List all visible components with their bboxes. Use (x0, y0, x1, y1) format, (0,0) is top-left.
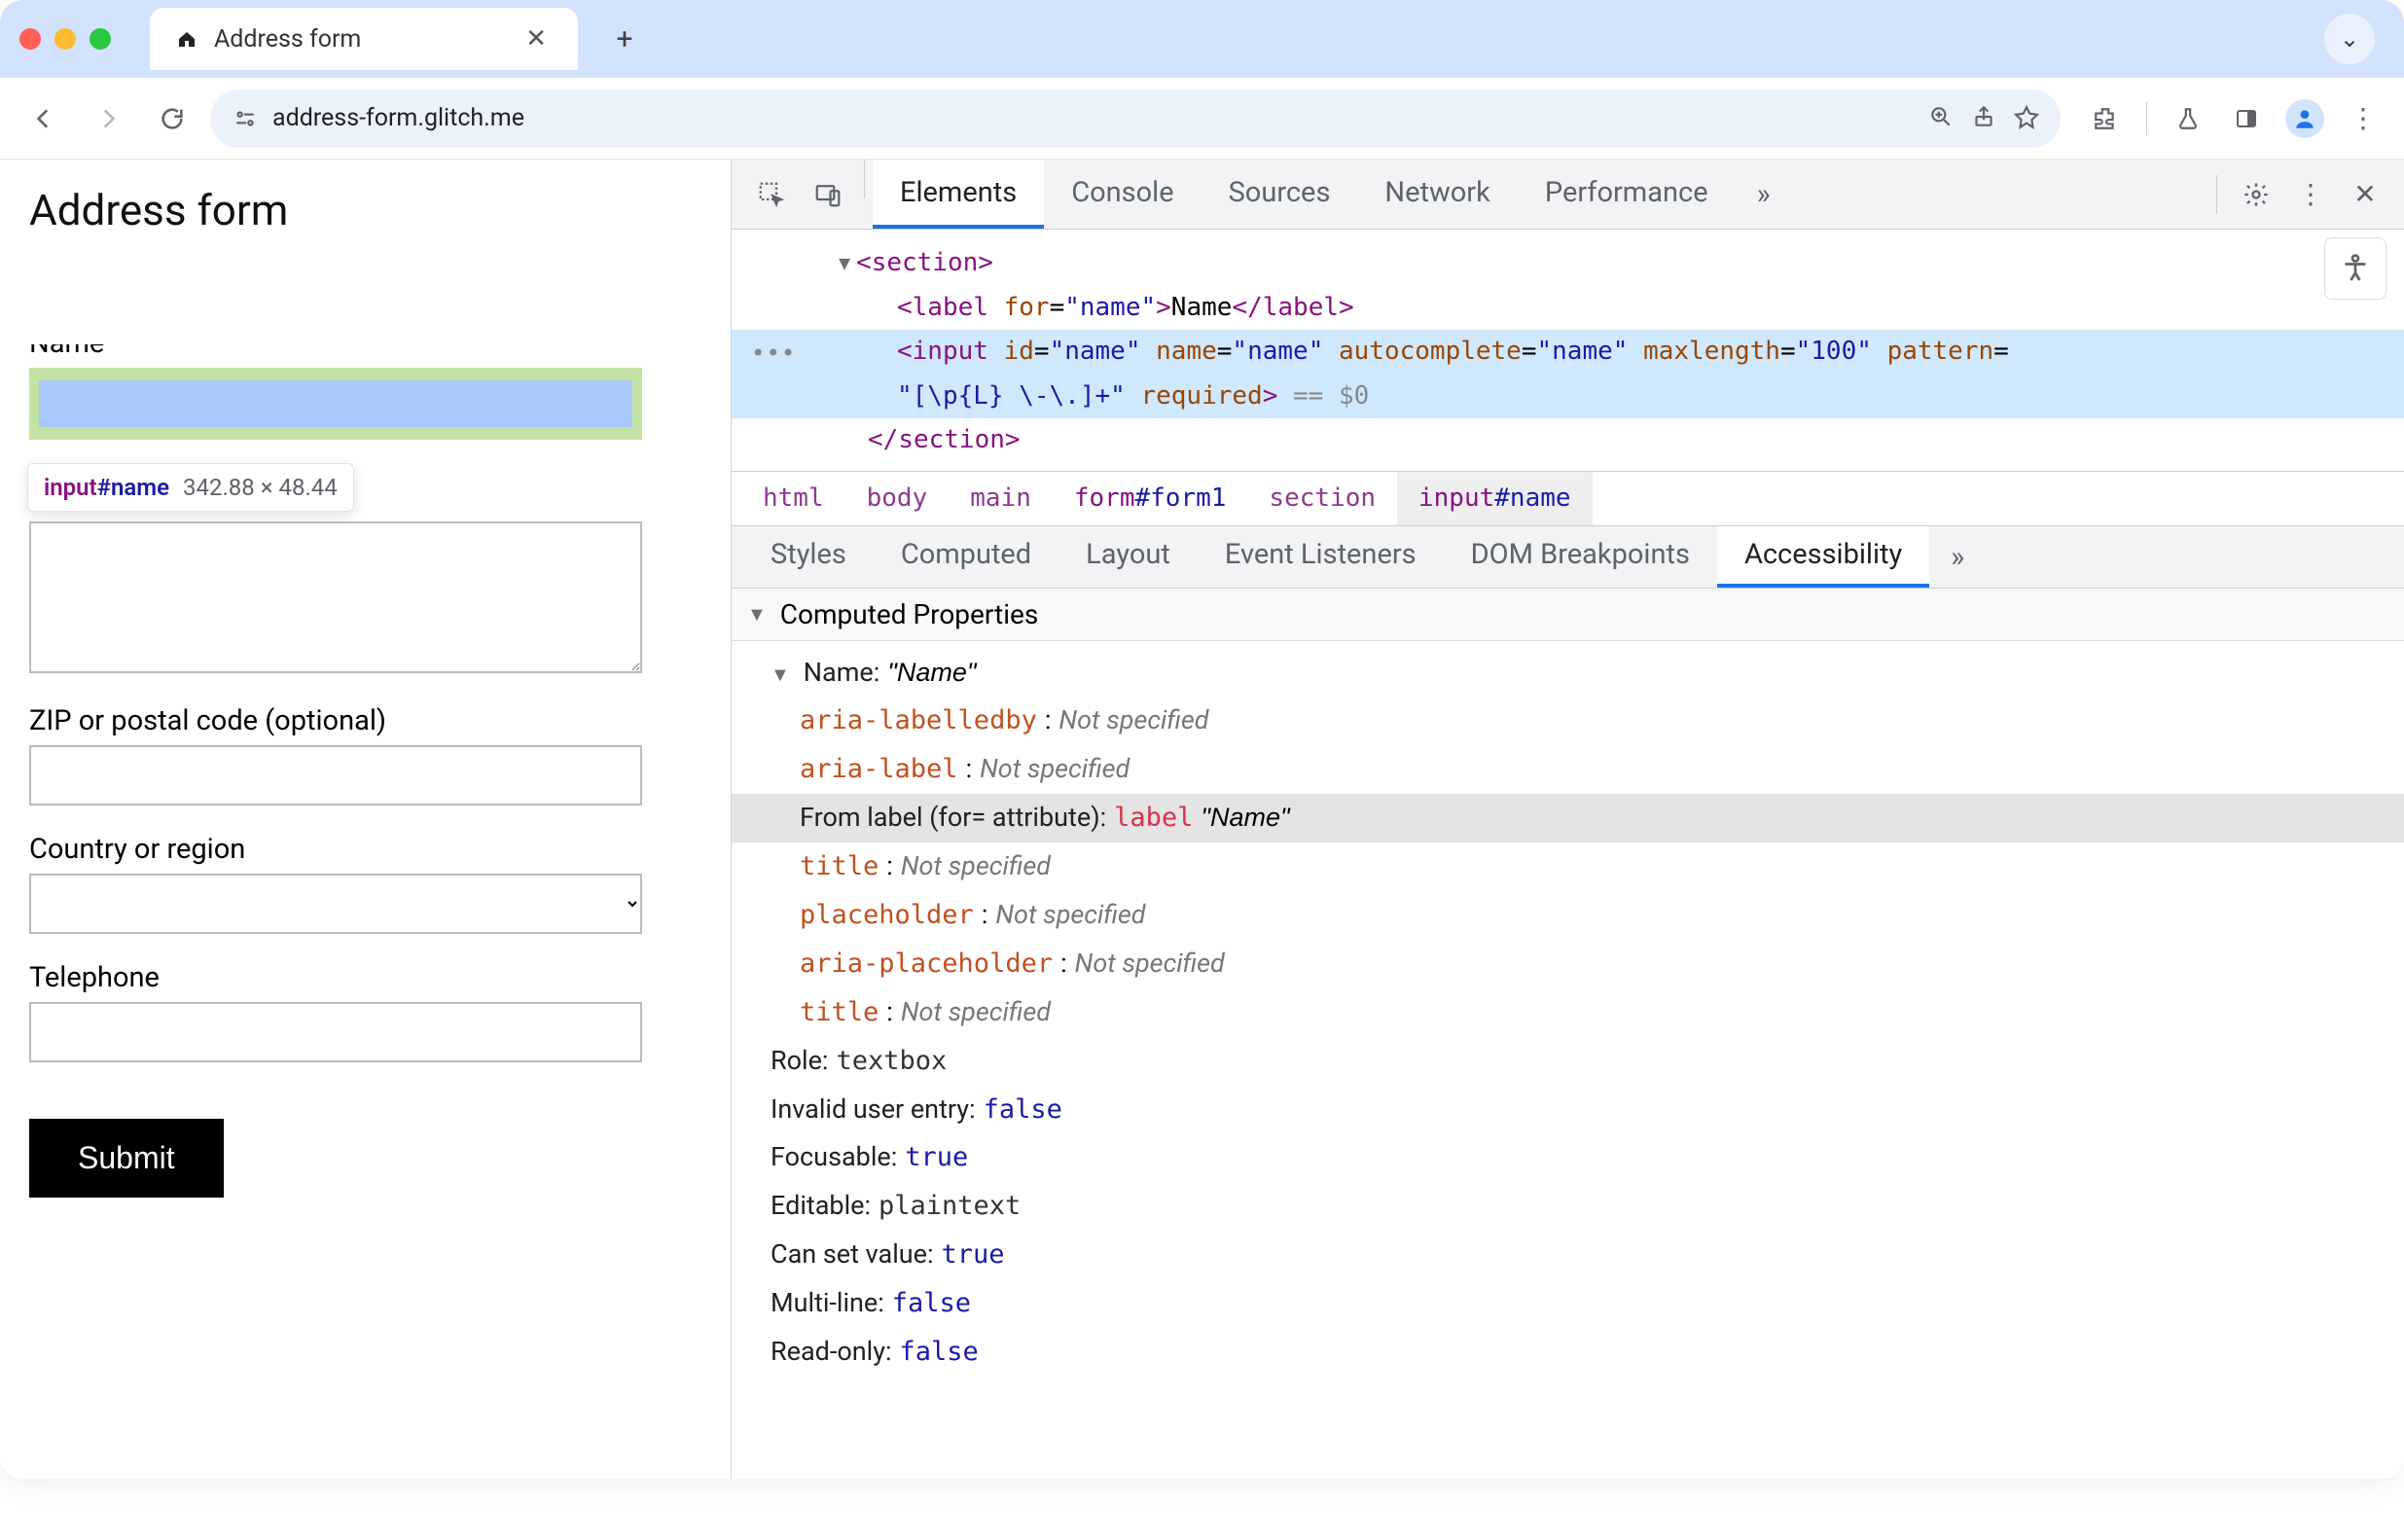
tab-accessibility[interactable]: Accessibility (1717, 526, 1929, 588)
tab-layout[interactable]: Layout (1058, 526, 1198, 588)
acc-name-row[interactable]: ▼ Name: "Name" (732, 649, 2404, 698)
extensions-icon[interactable] (2082, 95, 2129, 142)
url-text: address-form.glitch.me (272, 104, 1915, 132)
tab-computed[interactable]: Computed (874, 526, 1058, 588)
browser-window: Address form ✕ + ⌄ address-form.glitch.m… (0, 0, 2404, 1479)
dom-line[interactable]: <label for="name">Name</label> (809, 286, 2404, 331)
acc-kv-row[interactable]: Read-only: false (732, 1328, 2404, 1377)
forward-button[interactable] (82, 92, 134, 145)
accessibility-float-icon[interactable] (2324, 237, 2386, 300)
tel-input[interactable] (29, 1002, 642, 1062)
acc-kv-row[interactable]: Role: textbox (732, 1037, 2404, 1086)
inspected-input-highlight[interactable] (29, 368, 642, 440)
tab-network[interactable]: Network (1357, 160, 1517, 229)
settings-gear-icon[interactable] (2233, 171, 2279, 218)
tab-title: Address form (214, 25, 504, 54)
tabs-dropdown-icon[interactable]: ⌄ (2324, 14, 2375, 64)
tab-sources[interactable]: Sources (1202, 160, 1358, 229)
acc-from-label-row[interactable]: From label (for= attribute): label "Name… (732, 794, 2404, 842)
accessibility-panel: ▼Computed Properties ▼ Name: "Name" aria… (732, 589, 2404, 1480)
tab-strip: Address form ✕ + ⌄ (0, 0, 2404, 78)
acc-kv-row[interactable]: Focusable: true (732, 1133, 2404, 1182)
reload-button[interactable] (146, 92, 198, 145)
acc-prop-row[interactable]: aria-placeholder: Not specified (732, 940, 2404, 988)
close-window-icon[interactable] (19, 28, 41, 50)
devtools-lower-tabs: Styles Computed Layout Event Listeners D… (732, 526, 2404, 589)
inspected-input-inner (39, 380, 632, 427)
tab-console[interactable]: Console (1044, 160, 1201, 229)
acc-prop-row[interactable]: title: Not specified (732, 988, 2404, 1037)
devtools-pane: Elements Console Sources Network Perform… (732, 160, 2404, 1479)
tab-dom-breakpoints[interactable]: DOM Breakpoints (1444, 526, 1717, 588)
maximize-window-icon[interactable] (90, 28, 111, 50)
breadcrumb-item[interactable]: section (1247, 472, 1397, 525)
tab-performance[interactable]: Performance (1518, 160, 1736, 229)
country-label: Country or region (29, 833, 701, 866)
dom-tree[interactable]: ••• ▼<section> <label for="name">Name</l… (732, 230, 2404, 472)
device-toolbar-icon[interactable] (800, 160, 856, 229)
dom-line[interactable]: ▼<section> (809, 241, 2404, 286)
site-settings-icon[interactable] (232, 105, 259, 132)
share-icon[interactable] (1971, 104, 1996, 133)
dom-line-selected-cont[interactable]: "[\p{L} \-\.]+" required> == $0 (732, 375, 2404, 419)
dom-line-selected[interactable]: <input id="name" name="name" autocomplet… (732, 330, 2404, 375)
element-tooltip: input#name 342.88 × 48.44 (27, 463, 354, 512)
acc-kv-row[interactable]: Editable: plaintext (732, 1182, 2404, 1231)
tabs-overflow-icon[interactable]: » (1736, 160, 1792, 229)
zip-label: ZIP or postal code (optional) (29, 704, 701, 737)
country-select[interactable] (29, 874, 642, 934)
computed-properties-header[interactable]: ▼Computed Properties (732, 589, 2404, 641)
sidepanel-icon[interactable] (2223, 95, 2270, 142)
inspect-element-icon[interactable] (743, 160, 800, 229)
back-button[interactable] (18, 92, 70, 145)
devtools-close-icon[interactable]: ✕ (2342, 171, 2388, 218)
acc-prop-row[interactable]: aria-labelledby: Not specified (732, 697, 2404, 745)
breadcrumb: html body main form#form1 section input#… (732, 472, 2404, 526)
devtools-tabs: Elements Console Sources Network Perform… (732, 160, 2404, 230)
acc-kv-row[interactable]: Can set value: true (732, 1231, 2404, 1279)
breadcrumb-item[interactable]: main (949, 472, 1053, 525)
zip-input[interactable] (29, 745, 642, 806)
minimize-window-icon[interactable] (54, 28, 76, 50)
dom-line-actions-icon[interactable]: ••• (751, 333, 796, 374)
acc-prop-row[interactable]: title: Not specified (732, 842, 2404, 891)
page-viewport: Address form input#name 342.88 × 48.44 N… (0, 160, 732, 1479)
dom-line[interactable]: </section> (809, 418, 2404, 463)
acc-prop-row[interactable]: aria-label: Not specified (732, 745, 2404, 794)
breadcrumb-item-selected[interactable]: input#name (1397, 472, 1593, 525)
tooltip-selector-tag: input (44, 474, 97, 501)
labs-icon[interactable] (2165, 95, 2211, 142)
tab-close-icon[interactable]: ✕ (518, 20, 555, 57)
omnibox[interactable]: address-form.glitch.me (210, 90, 2061, 148)
tooltip-dimensions: 342.88 × 48.44 (183, 474, 338, 501)
breadcrumb-item[interactable]: form#form1 (1053, 472, 1248, 525)
breadcrumb-item[interactable]: body (845, 472, 950, 525)
tab-styles[interactable]: Styles (743, 526, 874, 588)
kebab-menu-icon[interactable]: ⋮ (2340, 95, 2386, 142)
tooltip-selector-id: #name (97, 474, 169, 501)
window-controls (19, 28, 111, 50)
tel-label: Telephone (29, 961, 701, 994)
lower-tabs-overflow-icon[interactable]: » (1929, 526, 1986, 588)
address-textarea[interactable] (29, 521, 642, 673)
acc-kv-row[interactable]: Invalid user entry: false (732, 1086, 2404, 1134)
new-tab-button[interactable]: + (599, 14, 650, 64)
zoom-icon[interactable] (1928, 104, 1954, 133)
tab-event-listeners[interactable]: Event Listeners (1198, 526, 1444, 588)
breadcrumb-item[interactable]: html (741, 472, 845, 525)
toolbar: address-form.glitch.me (0, 78, 2404, 160)
page-title: Address form (29, 185, 701, 235)
acc-kv-row[interactable]: Multi-line: false (732, 1279, 2404, 1328)
acc-prop-row[interactable]: placeholder: Not specified (732, 891, 2404, 940)
browser-tab[interactable]: Address form ✕ (150, 8, 578, 70)
bookmark-star-icon[interactable] (2014, 104, 2039, 133)
tab-elements[interactable]: Elements (873, 160, 1044, 229)
profile-avatar[interactable] (2281, 95, 2328, 142)
favicon-icon (173, 25, 200, 53)
submit-button[interactable]: Submit (29, 1119, 224, 1198)
devtools-menu-icon[interactable]: ⋮ (2287, 171, 2334, 218)
name-label-cropped: Name (29, 344, 701, 362)
